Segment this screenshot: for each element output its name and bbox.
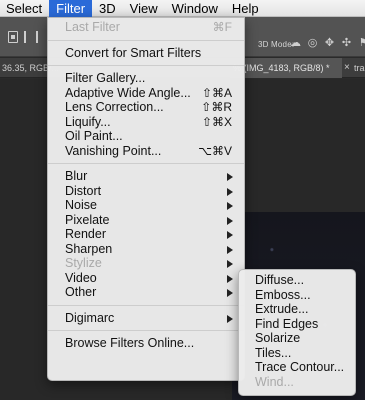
submenu-item-trace-contour[interactable]: Trace Contour... [239,360,355,375]
menu-item-blur[interactable]: Blur [48,169,244,184]
menu-item-stylize[interactable]: Stylize [48,256,244,271]
orbit-icon[interactable]: ☁ [290,38,301,49]
menu-item-render[interactable]: Render [48,227,244,242]
document-tab-next[interactable]: tra [354,63,365,73]
menu-item-distort[interactable]: Distort [48,184,244,199]
distribute-icon[interactable] [24,31,38,43]
menu-item-other[interactable]: Other [48,285,244,300]
menu-item-sharpen[interactable]: Sharpen [48,242,244,257]
menu-item-label: Adaptive Wide Angle... [65,85,191,100]
menu-item-label: Stylize [65,256,102,270]
menu-separator [48,330,244,331]
submenu-arrow-icon [227,173,233,181]
submenu-item-solarize[interactable]: Solarize [239,331,355,346]
submenu-arrow-icon [227,289,233,297]
menu-item-last-filter: Last Filter ⌘F [48,20,244,35]
menu-item-label: Vanishing Point... [65,143,162,158]
menu-item-shortcut: ⌥⌘V [198,143,232,158]
menu-help[interactable]: Help [225,0,266,17]
menu-item-label: Distort [65,183,102,198]
menu-item-browse-filters-online[interactable]: Browse Filters Online... [48,336,244,351]
menu-item-digimarc[interactable]: Digimarc [48,311,244,326]
menu-bar: Select Filter 3D View Window Help [0,0,365,17]
submenu-arrow-icon [227,260,233,268]
menu-item-liquify[interactable]: Liquify... ⇧⌘X [48,115,244,130]
submenu-item-diffuse[interactable]: Diffuse... [239,273,355,288]
slide-icon[interactable]: ✣ [341,38,352,49]
menu-separator [48,39,244,41]
3d-mode-label: 3D Mode: [258,40,295,49]
submenu-arrow-icon [227,216,233,225]
align-icon[interactable] [8,31,18,43]
menu-item-label: Lens Correction... [65,100,164,114]
menu-3d[interactable]: 3D [92,0,123,17]
menu-item-label: Last Filter [65,20,120,34]
menu-item-label: Browse Filters Online... [65,336,195,350]
menu-item-noise[interactable]: Noise [48,198,244,213]
menu-item-vanishing-point[interactable]: Vanishing Point... ⌥⌘V [48,144,244,159]
menu-item-label: Pixelate [65,212,110,227]
tab-close-icon[interactable]: × [344,62,350,73]
submenu-item-tiles[interactable]: Tiles... [239,346,355,361]
stylize-submenu: Diffuse... Emboss... Extrude... Find Edg… [238,269,356,396]
submenu-item-extrude[interactable]: Extrude... [239,302,355,317]
menu-separator [48,65,244,66]
scale-icon[interactable]: ⚑ [358,38,365,49]
menu-item-label: Blur [65,169,88,183]
submenu-arrow-icon [227,187,233,196]
menu-item-label: Render [65,227,106,241]
submenu-item-wind[interactable]: Wind... [239,375,355,390]
submenu-item-emboss[interactable]: Emboss... [239,288,355,303]
menu-window[interactable]: Window [165,0,225,17]
menu-separator [48,304,244,306]
menu-item-pixelate[interactable]: Pixelate [48,213,244,228]
menu-item-filter-gallery[interactable]: Filter Gallery... [48,71,244,86]
menu-item-label: Sharpen [65,241,113,256]
menu-item-video[interactable]: Video [48,271,244,286]
menu-filter[interactable]: Filter [49,0,93,17]
roll-icon[interactable]: ◎ [307,38,318,49]
menu-item-lens-correction[interactable]: Lens Correction... ⇧⌘R [48,100,244,115]
3d-mode-tools: ☁ ◎ ✥ ✣ ⚑ [290,38,365,49]
menu-view[interactable]: View [123,0,165,17]
menu-separator [48,163,244,164]
menu-item-label: Digimarc [65,310,115,325]
submenu-arrow-icon [227,314,233,323]
menu-item-shortcut: ⇧⌘X [201,114,232,129]
pan-icon[interactable]: ✥ [324,38,335,49]
menu-item-oil-paint[interactable]: Oil Paint... [48,129,244,144]
filter-menu: Last Filter ⌘F Convert for Smart Filters… [47,17,245,381]
menu-item-shortcut: ⇧⌘R [201,100,232,114]
menu-item-label: Oil Paint... [65,129,123,143]
menu-item-shortcut: ⌘F [212,20,232,34]
menu-item-label: Convert for Smart Filters [65,45,202,60]
submenu-arrow-icon [227,245,233,254]
menu-item-convert-smart-filters[interactable]: Convert for Smart Filters [48,46,244,61]
menu-item-label: Other [65,285,97,299]
submenu-arrow-icon [227,231,233,239]
menu-item-label: Filter Gallery... [65,71,146,85]
menu-item-adaptive-wide-angle[interactable]: Adaptive Wide Angle... ⇧⌘A [48,86,244,101]
submenu-item-find-edges[interactable]: Find Edges [239,317,355,332]
menu-item-label: Liquify... [65,114,111,129]
menu-item-label: Noise [65,198,97,212]
submenu-arrow-icon [227,274,233,283]
menu-select[interactable]: Select [0,0,49,17]
submenu-arrow-icon [227,202,233,210]
document-tab-active[interactable]: % (IMG_4183, RGB/8) * [230,58,342,78]
menu-item-label: Video [65,270,97,285]
menu-item-shortcut: ⇧⌘A [201,85,232,100]
